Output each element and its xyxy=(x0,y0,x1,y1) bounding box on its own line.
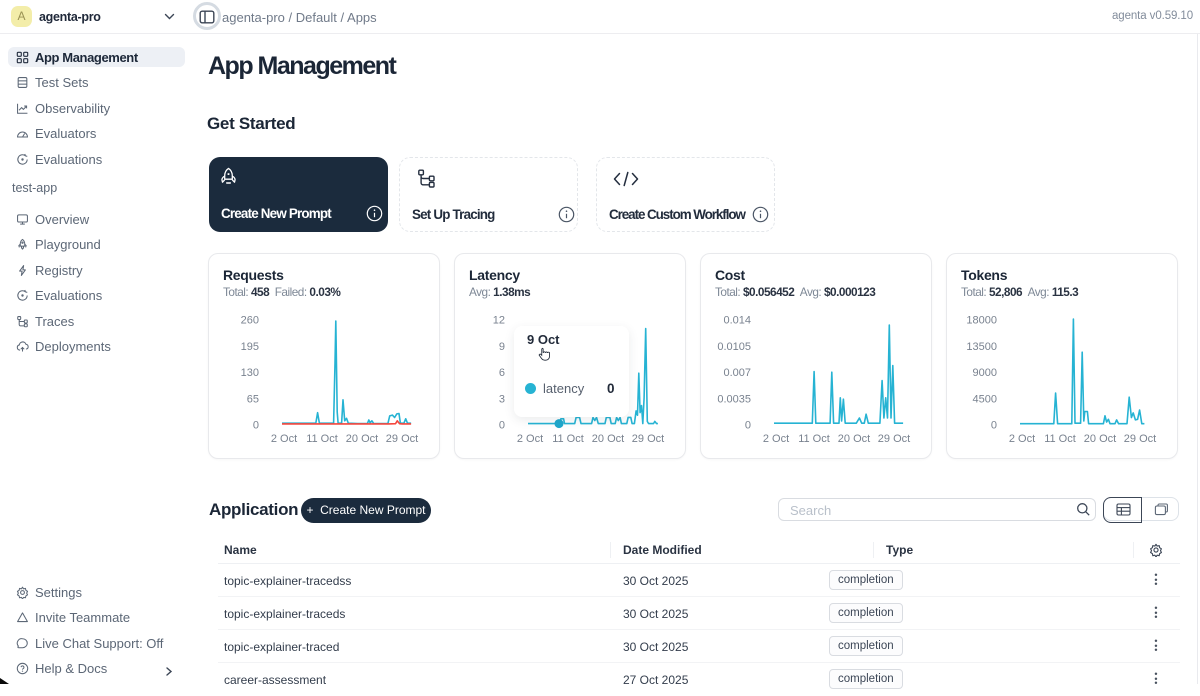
svg-text:65: 65 xyxy=(247,393,259,405)
svg-text:9: 9 xyxy=(499,341,505,353)
svg-text:0.007: 0.007 xyxy=(723,367,751,379)
svg-text:20 Oct: 20 Oct xyxy=(346,433,378,445)
svg-text:195: 195 xyxy=(241,341,259,353)
svg-text:0: 0 xyxy=(991,420,997,432)
svg-text:0.0035: 0.0035 xyxy=(717,393,751,405)
svg-text:20 Oct: 20 Oct xyxy=(592,433,624,445)
svg-text:0.0105: 0.0105 xyxy=(717,341,751,353)
svg-text:2 Oct: 2 Oct xyxy=(271,433,297,445)
svg-text:13500: 13500 xyxy=(966,341,997,353)
svg-text:0: 0 xyxy=(253,420,259,432)
svg-text:29 Oct: 29 Oct xyxy=(632,433,664,445)
svg-text:20 Oct: 20 Oct xyxy=(1084,433,1116,445)
svg-text:0.014: 0.014 xyxy=(723,315,751,327)
svg-text:0: 0 xyxy=(745,420,751,432)
svg-text:12: 12 xyxy=(493,315,505,327)
svg-text:2 Oct: 2 Oct xyxy=(517,433,543,445)
svg-text:9000: 9000 xyxy=(973,367,997,379)
svg-text:260: 260 xyxy=(241,315,259,327)
svg-text:11 Oct: 11 Oct xyxy=(306,433,338,445)
svg-text:11 Oct: 11 Oct xyxy=(552,433,584,445)
svg-text:29 Oct: 29 Oct xyxy=(1124,433,1156,445)
svg-text:11 Oct: 11 Oct xyxy=(798,433,830,445)
svg-text:6: 6 xyxy=(499,367,505,379)
svg-text:4500: 4500 xyxy=(973,393,997,405)
svg-text:0: 0 xyxy=(499,420,505,432)
svg-text:11 Oct: 11 Oct xyxy=(1044,433,1076,445)
svg-text:2 Oct: 2 Oct xyxy=(1009,433,1035,445)
svg-text:18000: 18000 xyxy=(966,315,997,327)
svg-text:29 Oct: 29 Oct xyxy=(878,433,910,445)
svg-text:29 Oct: 29 Oct xyxy=(386,433,418,445)
svg-text:3: 3 xyxy=(499,393,505,405)
svg-text:20 Oct: 20 Oct xyxy=(838,433,870,445)
svg-text:2 Oct: 2 Oct xyxy=(763,433,789,445)
svg-text:130: 130 xyxy=(241,367,259,379)
